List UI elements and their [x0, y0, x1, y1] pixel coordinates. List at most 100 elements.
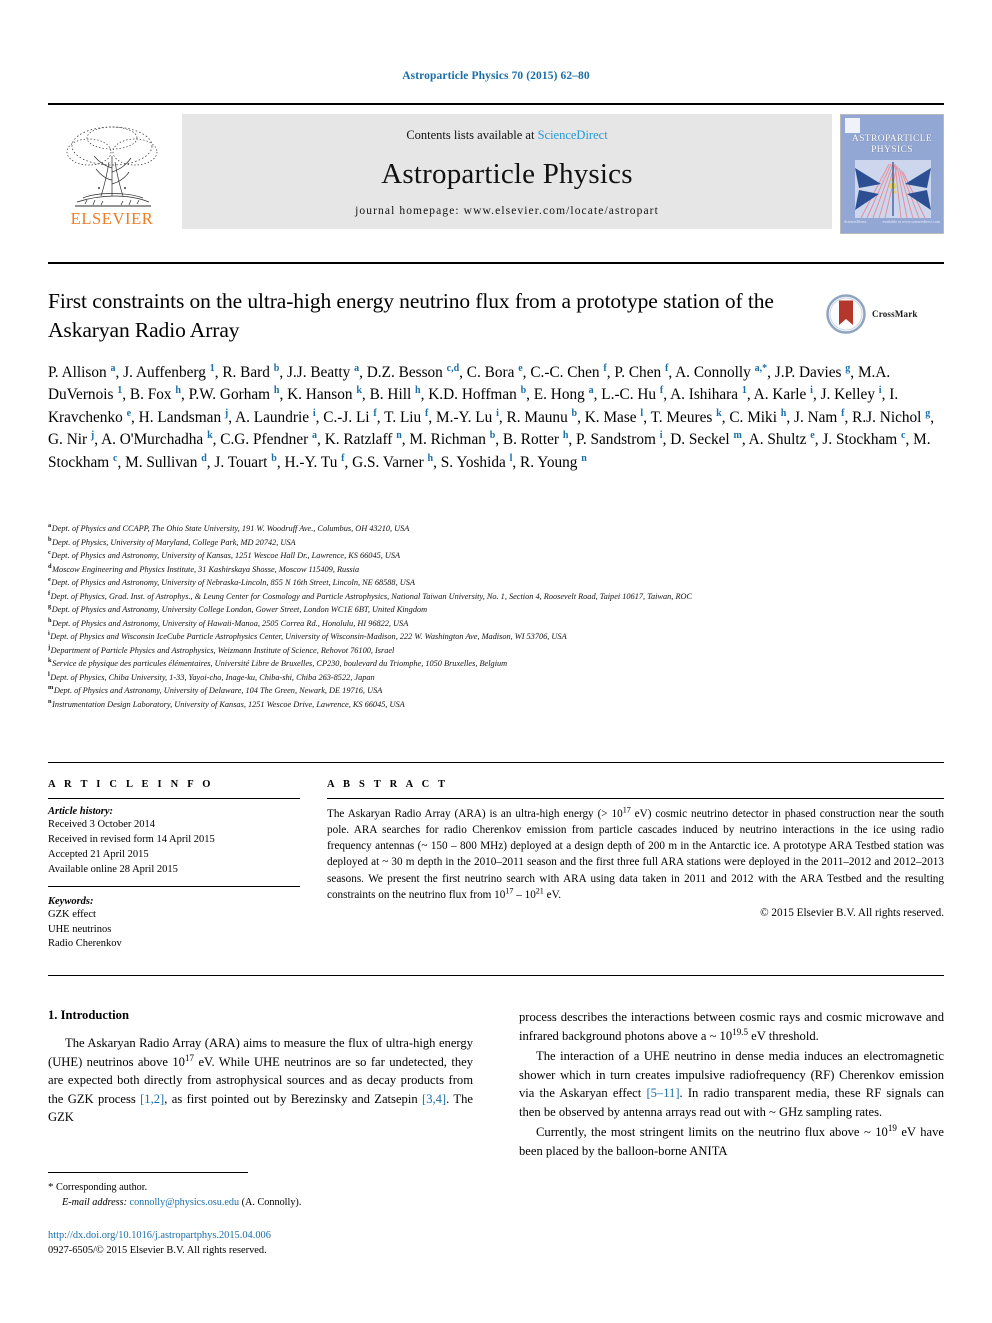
cover-elsevier-mark-icon [845, 118, 860, 133]
affiliation-item: fDept. of Physics, Grad. Inst. of Astrop… [48, 590, 948, 604]
email-link[interactable]: connolly@physics.osu.edu [130, 1197, 240, 1208]
affiliation-item: mDept. of Physics and Astronomy, Univers… [48, 684, 948, 698]
contents-prefix: Contents lists available at [406, 128, 538, 142]
affiliation-text: Instrumentation Design Laboratory, Unive… [52, 699, 405, 709]
affiliation-text: Moscow Engineering and Physics Institute… [52, 564, 360, 574]
crossmark-label: CrossMark [872, 309, 918, 319]
affiliation-item: cDept. of Physics and Astronomy, Univers… [48, 549, 948, 563]
intro-paragraph-2: The interaction of a UHE neutrino in den… [519, 1049, 945, 1119]
page-footer: http://dx.doi.org/10.1016/j.astropartphy… [48, 1229, 548, 1258]
crossmark-badge[interactable]: CrossMark [826, 292, 944, 336]
cover-title-line2: PHYSICS [871, 144, 913, 155]
affiliation-text: Dept. of Physics and Astronomy, Universi… [51, 578, 415, 588]
affiliation-text: Dept. of Physics and Astronomy, Universi… [51, 551, 401, 561]
affiliation-list: aDept. of Physics and CCAPP, The Ohio St… [48, 522, 948, 711]
intro-paragraph-1-cont: process describes the interactions betwe… [519, 1010, 944, 1043]
page-title: First constraints on the ultra-high ener… [48, 289, 774, 342]
affiliation-text: Dept. of Physics, Chiba University, 1-33… [50, 672, 375, 682]
affiliation-item: bDept. of Physics, University of Marylan… [48, 536, 948, 550]
affiliation-text: Department of Particle Physics and Astro… [50, 645, 395, 655]
keywords-label: Keywords: [48, 895, 94, 907]
cover-footer-right: available at www.sciencedirect.com [882, 219, 941, 224]
affiliation-text: Dept. of Physics, Grad. Inst. of Astroph… [50, 591, 693, 601]
affiliation-text: Service de physique des particules éléme… [52, 659, 508, 669]
affiliation-text: Dept. of Physics and Astronomy, Universi… [53, 686, 383, 696]
email-owner: (A. Connolly). [241, 1196, 302, 1208]
info-divider-top [48, 762, 944, 763]
corresponding-author-text: Corresponding author. [56, 1182, 148, 1193]
title-block: First constraints on the ultra-high ener… [48, 287, 808, 344]
affiliation-item: lDept. of Physics, Chiba University, 1-3… [48, 671, 948, 685]
elsevier-tree-icon [66, 126, 158, 206]
affiliation-item: gDept. of Physics and Astronomy, Univers… [48, 603, 948, 617]
intro-paragraph-1: The Askaryan Radio Array (ARA) aims to m… [48, 1036, 474, 1124]
article-history-item: Received in revised form 14 April 2015 [48, 833, 215, 845]
sciencedirect-link[interactable]: ScienceDirect [538, 128, 608, 142]
journal-article-page: Astroparticle Physics 70 (2015) 62–80 EL… [0, 0, 992, 1323]
journal-title: Astroparticle Physics [381, 157, 633, 190]
affiliation-item: nInstrumentation Design Laboratory, Univ… [48, 698, 948, 712]
elsevier-wordmark: ELSEVIER [70, 208, 154, 228]
affiliation-text: Dept. of Physics and Wisconsin IceCube P… [50, 632, 567, 642]
issn-copyright-line: 0927-6505/© 2015 Elsevier B.V. All right… [48, 1244, 267, 1256]
affiliation-item: eDept. of Physics and Astronomy, Univers… [48, 576, 948, 590]
affiliation-item: dMoscow Engineering and Physics Institut… [48, 563, 948, 577]
cover-title-line1: ASTROPARTICLE [851, 134, 933, 144]
section-heading-introduction: 1. Introduction [48, 1008, 129, 1022]
elsevier-logo: ELSEVIER [48, 114, 176, 229]
affiliation-item: hDept. of Physics and Astronomy, Univers… [48, 617, 948, 631]
cover-title: ASTROPARTICLE PHYSICS [841, 134, 943, 156]
footnote-block: * Corresponding author. E-mail address: … [48, 1180, 478, 1210]
affiliation-text: Dept. of Physics and CCAPP, The Ohio Sta… [51, 524, 410, 533]
affiliation-item: jDepartment of Particle Physics and Astr… [48, 644, 948, 658]
cover-art-icon [855, 160, 931, 218]
affiliation-item: iDept. of Physics and Wisconsin IceCube … [48, 630, 948, 644]
corresponding-author-note: * Corresponding author. [48, 1180, 478, 1196]
keyword-item: Radio Cherenkov [48, 938, 122, 950]
article-info-heading: A R T I C L E I N F O [48, 779, 214, 790]
article-history-label: Article history: [48, 806, 114, 817]
article-info-column: A R T I C L E I N F O Article history: R… [48, 779, 300, 952]
article-history-item: Accepted 21 April 2015 [48, 848, 149, 860]
cover-footer: ScienceDirect available at www.sciencedi… [844, 219, 940, 231]
affiliation-item: aDept. of Physics and CCAPP, The Ohio St… [48, 522, 948, 536]
journal-homepage-link[interactable]: journal homepage: www.elsevier.com/locat… [355, 205, 659, 217]
running-head: Astroparticle Physics 70 (2015) 62–80 [402, 70, 590, 82]
keyword-item: GZK effect [48, 908, 96, 920]
article-history-item: Received 3 October 2014 [48, 819, 156, 830]
abstract-column: A B S T R A C T The Askaryan Radio Array… [327, 779, 944, 919]
article-history-list: Received 3 October 2014 Received in revis… [48, 818, 300, 878]
intro-paragraph-3: Currently, the most stringent limits on … [519, 1122, 944, 1158]
journal-banner: ELSEVIER Contents lists available at Sci… [48, 103, 944, 234]
email-note: E-mail address: connolly@physics.osu.edu… [48, 1196, 478, 1210]
title-divider [48, 262, 944, 264]
article-history-item: Available online 28 April 2015 [48, 863, 178, 875]
author-list: P. Allison a, J. Auffenberg 1, R. Bard b… [48, 362, 935, 471]
article-info-rule [48, 798, 300, 799]
asterisk-icon: * [48, 1181, 54, 1193]
journal-cover-thumbnail: ASTROPARTICLE PHYSICS ScienceDirect avai… [840, 114, 944, 234]
abstract-rule [327, 798, 944, 799]
affiliation-text: Dept. of Physics and Astronomy, Universi… [51, 605, 428, 615]
abstract-heading: A B S T R A C T [327, 779, 449, 790]
keywords-list: GZK effect UHE neutrinos Radio Cherenkov [48, 908, 300, 953]
contents-available-line: Contents lists available at ScienceDirec… [406, 128, 607, 143]
affiliation-text: Dept. of Physics and Astronomy, Universi… [52, 618, 409, 628]
email-label: E-mail address: [62, 1196, 127, 1208]
crossmark-icon [826, 294, 866, 334]
abstract-body: The Askaryan Radio Array (ARA) is an ult… [327, 805, 944, 901]
cover-footer-left: ScienceDirect [844, 219, 867, 224]
footnote-divider [48, 1172, 248, 1173]
body-column-right: process describes the interactions betwe… [519, 1008, 944, 1162]
keywords-rule [48, 885, 300, 887]
banner-center: Contents lists available at ScienceDirec… [182, 114, 832, 229]
abstract-rights: © 2015 Elsevier B.V. All rights reserved… [760, 906, 944, 919]
info-divider-bottom [48, 975, 944, 976]
affiliation-marker: m [48, 684, 54, 692]
affiliation-item: kService de physique des particules élém… [48, 657, 948, 671]
keyword-item: UHE neutrinos [48, 923, 112, 935]
affiliation-text: Dept. of Physics, University of Maryland… [52, 537, 296, 547]
doi-link[interactable]: http://dx.doi.org/10.1016/j.astropartphy… [48, 1230, 271, 1241]
cover-artwork [855, 160, 931, 218]
body-column-left: 1. Introduction The Askaryan Radio Array… [48, 1008, 473, 1129]
